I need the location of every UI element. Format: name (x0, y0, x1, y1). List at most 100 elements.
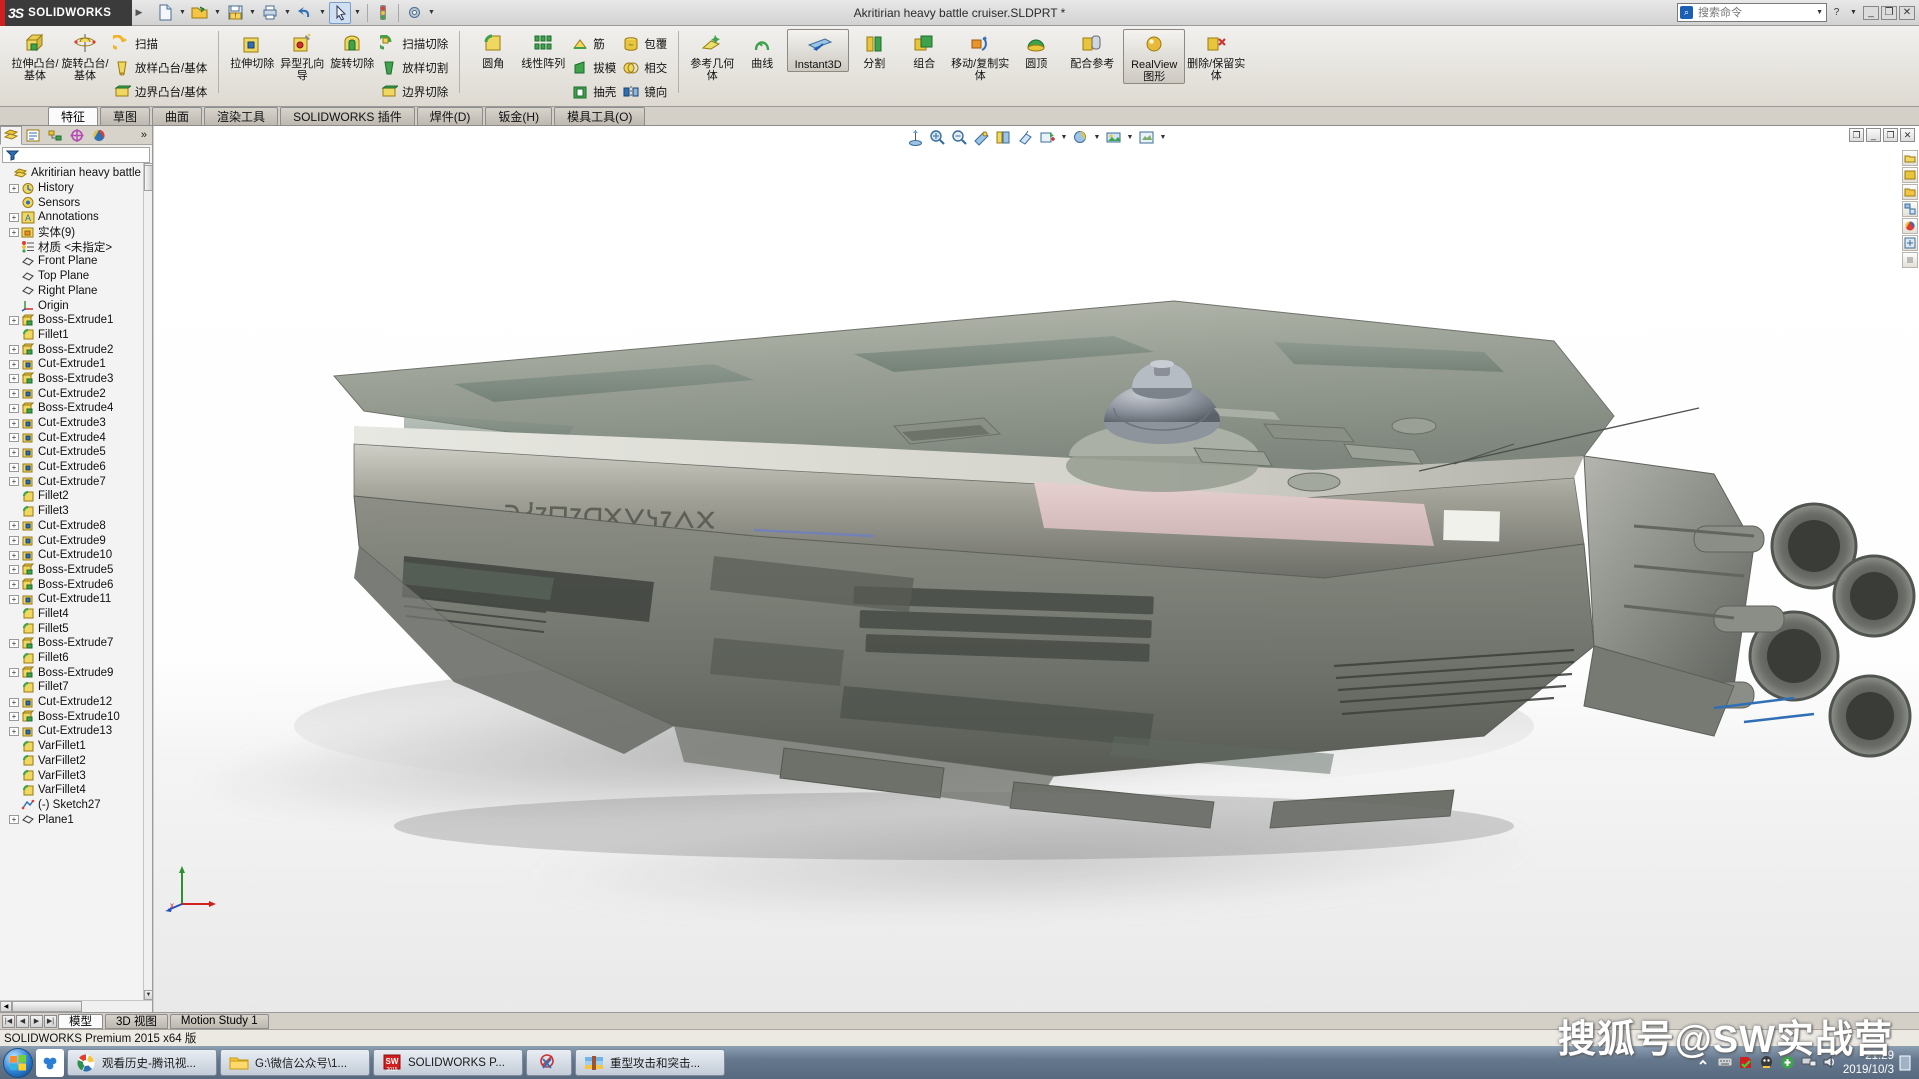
select-tool-caret[interactable]: ▼ (352, 2, 363, 24)
scene-caret-icon[interactable]: ▼ (1126, 134, 1134, 141)
options-caret[interactable]: ▼ (426, 2, 437, 24)
feature-tree-item[interactable]: + A Annotations (0, 210, 152, 225)
feature-tree-item[interactable]: VarFillet2 (0, 754, 152, 769)
tree-expand-toggle[interactable]: + (9, 815, 19, 825)
ribbon-rib[interactable]: 筋 (568, 32, 619, 55)
edit-appearance-icon[interactable] (1071, 128, 1090, 147)
previous-view-icon[interactable] (950, 128, 969, 147)
ribbon-mirror[interactable]: 镜向 (619, 80, 670, 103)
tab-sheet-metal[interactable]: 钣金(H) (485, 107, 553, 125)
ribbon-fillet[interactable]: 圆角 (468, 29, 518, 70)
feature-tree-item[interactable]: + History (0, 181, 152, 196)
restore-button[interactable]: ❐ (1881, 5, 1897, 20)
appearance-caret-icon[interactable]: ▼ (1093, 134, 1101, 141)
tree-expand-toggle[interactable]: + (9, 697, 19, 707)
doc-close-button[interactable]: ✕ (1900, 128, 1915, 142)
taskbar-item-archive[interactable]: 重型攻击和突击... (575, 1049, 725, 1076)
feature-tree-item[interactable]: + Cut-Extrude6 (0, 460, 152, 475)
feature-tree-item[interactable]: + Cut-Extrude8 (0, 519, 152, 534)
spaceship-model[interactable]: ᘒᓮ7ᗜ7ᗡ᙭ᐯᓭ7ᐱ᙭ ᛕᔕ7Ͷ᙭1Ͷ1ᛕᑎ 1Ͷ (154, 126, 1919, 1012)
taskbar-item-solidworks[interactable]: SW 2015 SOLIDWORKS P... (373, 1049, 523, 1076)
feature-tree-item[interactable]: Top Plane (0, 269, 152, 284)
close-button[interactable]: ✕ (1899, 5, 1915, 20)
bottom-tab-motion-study[interactable]: Motion Study 1 (169, 1013, 269, 1029)
tree-expand-toggle[interactable]: + (9, 668, 19, 678)
network-icon[interactable] (1801, 1055, 1817, 1071)
hscroll-left-arrow[interactable]: ◀ (0, 1001, 12, 1012)
feature-tree-item[interactable]: Sensors (0, 195, 152, 210)
tab-solidworks-addins[interactable]: SOLIDWORKS 插件 (280, 107, 415, 125)
feature-tree-item[interactable]: + Boss-Extrude7 (0, 636, 152, 651)
view-settings-icon[interactable] (1137, 128, 1156, 147)
feature-tree-item[interactable]: + Cut-Extrude7 (0, 474, 152, 489)
taskbar-clock[interactable]: 21:29 2019/10/3 (1843, 1049, 1894, 1077)
doc-tile-button[interactable]: ❐ (1849, 128, 1864, 142)
save-document-caret[interactable]: ▼ (247, 2, 258, 24)
feature-tree-item[interactable]: + Cut-Extrude12 (0, 695, 152, 710)
ribbon-reference-geometry[interactable]: 参考几何体 (687, 29, 737, 82)
feature-manager-more-tabs[interactable]: » (141, 129, 152, 141)
feature-tree-item[interactable]: VarFillet1 (0, 739, 152, 754)
feature-tree-hscrollbar[interactable]: ◀ (0, 1000, 152, 1012)
feature-tree-item[interactable]: + Boss-Extrude6 (0, 577, 152, 592)
tree-expand-toggle[interactable]: + (9, 374, 19, 384)
feature-tree-item[interactable]: + Cut-Extrude4 (0, 430, 152, 445)
tree-expand-toggle[interactable]: + (9, 594, 19, 604)
feature-tree-item[interactable]: + Boss-Extrude3 (0, 372, 152, 387)
tab-property-manager[interactable] (22, 126, 44, 145)
feature-tree-item[interactable]: Fillet5 (0, 621, 152, 636)
tree-expand-toggle[interactable]: + (9, 418, 19, 428)
feature-tree-item[interactable]: + Boss-Extrude10 (0, 709, 152, 724)
scroll-thumb[interactable] (144, 165, 152, 191)
tree-expand-toggle[interactable]: + (9, 638, 19, 648)
task-pane-scrollbar-thumb[interactable] (1902, 252, 1918, 268)
tree-expand-toggle[interactable]: + (9, 315, 19, 325)
task-pane-design-library-icon[interactable] (1902, 167, 1918, 183)
tree-expand-toggle[interactable]: + (9, 345, 19, 355)
ribbon-boundary-boss[interactable]: 边界凸台/基体 (110, 80, 210, 103)
feature-tree-item[interactable]: Fillet1 (0, 328, 152, 343)
save-document-button[interactable]: ! (224, 2, 246, 24)
taskbar-item-snip[interactable] (526, 1049, 572, 1076)
feature-tree-item[interactable]: + Cut-Extrude9 (0, 533, 152, 548)
update-icon[interactable] (1780, 1055, 1796, 1071)
feature-tree-scrollbar[interactable]: ▲ ▼ (143, 163, 152, 1000)
tree-expand-toggle[interactable]: + (9, 521, 19, 531)
ribbon-sweep-cut[interactable]: 扫描切除 (376, 32, 451, 55)
feature-tree-item[interactable]: Fillet2 (0, 489, 152, 504)
feature-tree-item[interactable]: + Cut-Extrude11 (0, 592, 152, 607)
feature-tree-item[interactable]: Fillet3 (0, 504, 152, 519)
tree-expand-toggle[interactable]: + (9, 212, 19, 222)
start-button[interactable] (3, 1047, 33, 1078)
volume-icon[interactable] (1822, 1055, 1838, 1071)
antivirus-icon[interactable] (1738, 1055, 1754, 1071)
section-view-icon[interactable] (972, 128, 991, 147)
options-gear-icon[interactable] (403, 2, 425, 24)
view-settings-caret-icon[interactable]: ▼ (1159, 134, 1167, 141)
tab-features[interactable]: 特征 (48, 107, 99, 125)
show-hidden-icons-icon[interactable] (1696, 1055, 1712, 1071)
feature-tree-item[interactable]: + Boss-Extrude2 (0, 342, 152, 357)
tab-mold-tools[interactable]: 模具工具(O) (554, 107, 646, 125)
feature-tree-root[interactable]: Akritirian heavy battle crui (0, 166, 152, 181)
hscroll-thumb[interactable] (12, 1001, 82, 1012)
ribbon-mate-reference[interactable]: 配合参考 (1061, 29, 1123, 70)
ribbon-shell[interactable]: 抽壳 (568, 80, 619, 103)
tab-surfaces[interactable]: 曲面 (152, 107, 203, 125)
ribbon-delete-keep-body[interactable]: 删除/保留实体 (1185, 29, 1247, 82)
show-desktop-icon[interactable] (1899, 1055, 1915, 1071)
hide-show-items-icon[interactable] (1038, 128, 1057, 147)
feature-tree-item[interactable]: + Cut-Extrude3 (0, 416, 152, 431)
feature-tree-item[interactable]: VarFillet3 (0, 768, 152, 783)
hide-show-caret-icon[interactable]: ▼ (1060, 134, 1068, 141)
feature-tree-item[interactable]: + Boss-Extrude5 (0, 563, 152, 578)
tree-expand-toggle[interactable]: + (9, 462, 19, 472)
undo-button[interactable] (294, 2, 316, 24)
ribbon-draft[interactable]: 拔模 (568, 56, 619, 79)
feature-tree-item[interactable]: Origin (0, 298, 152, 313)
ribbon-boss-extrude[interactable]: 拉伸凸台/基体 (10, 29, 60, 82)
ribbon-split[interactable]: 分割 (849, 29, 899, 70)
feature-tree-item[interactable]: 材质 <未指定> (0, 239, 152, 254)
tab-display-manager[interactable] (88, 126, 110, 145)
feature-tree[interactable]: Akritirian heavy battle crui + History Sens… (0, 163, 152, 1000)
